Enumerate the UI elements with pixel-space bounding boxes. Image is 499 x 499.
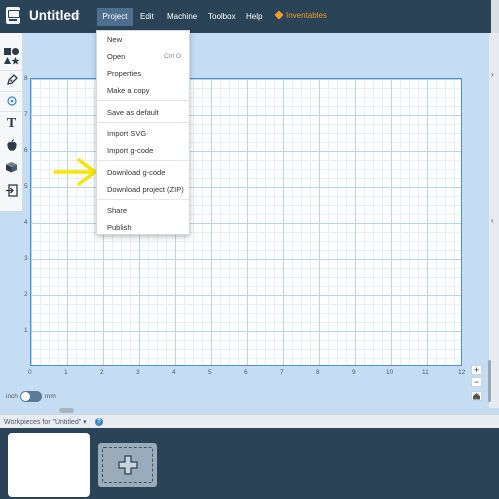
menu-machine[interactable]: Machine (167, 12, 197, 21)
menu-help[interactable]: Help (246, 12, 262, 21)
divider (0, 111, 23, 112)
x-tick: 11 (422, 369, 429, 376)
menu-divider (97, 100, 189, 101)
app-logo-icon[interactable] (6, 7, 20, 24)
menu-item-make-copy[interactable]: Make a copy (107, 86, 150, 95)
x-tick: 3 (136, 369, 140, 376)
top-bar: Untitled ☆ Project Edit Machine Toolbox … (0, 0, 491, 33)
zoom-in-button[interactable]: + (471, 365, 482, 375)
workpieces-panel (0, 428, 499, 499)
text-tool[interactable]: T (0, 115, 23, 133)
unit-inch-label: inch (6, 393, 18, 400)
menu-item-download-gcode[interactable]: Download g-code (107, 168, 165, 177)
menu-item-download-project[interactable]: Download project (ZIP) (107, 185, 184, 194)
menu-item-properties[interactable]: Properties (107, 69, 141, 78)
menu-item-import-gcode[interactable]: Import g-code (107, 146, 153, 155)
x-tick: 8 (316, 369, 320, 376)
x-tick: 10 (386, 369, 394, 376)
home-icon (473, 393, 480, 400)
x-tick: 7 (280, 369, 284, 376)
horizontal-scroll-thumb[interactable] (59, 408, 74, 413)
menu-item-share[interactable]: Share (107, 206, 127, 215)
unit-mm-label: mm (45, 393, 56, 400)
design-grid[interactable] (30, 78, 462, 366)
point-tool[interactable] (0, 93, 23, 109)
y-tick: 4 (24, 219, 28, 226)
menu-item-save-default[interactable]: Save as default (107, 108, 159, 117)
y-tick: 3 (24, 255, 28, 262)
project-menu-dropdown: New Open Ctrl O Properties Make a copy S… (96, 30, 190, 235)
window-edge (491, 0, 499, 33)
apple-icon (6, 138, 17, 151)
menu-project[interactable]: Project (97, 8, 133, 26)
x-tick: 5 (208, 369, 212, 376)
plus-icon (117, 455, 138, 475)
y-tick: 2 (24, 291, 28, 298)
workpiece-thumbnail[interactable] (8, 433, 90, 497)
x-tick: 6 (244, 369, 248, 376)
import-tool[interactable] (0, 180, 23, 200)
zoom-out-button[interactable]: − (471, 377, 482, 387)
menu-item-new[interactable]: New (107, 35, 122, 44)
highlight-arrow-icon (53, 158, 97, 186)
icon-library-tool[interactable] (0, 136, 23, 154)
crosshair-icon (6, 96, 17, 106)
y-tick: 5 (24, 183, 28, 190)
menu-item-publish[interactable]: Publish (107, 223, 132, 232)
workpieces-title-text: Workpieces for "Untitled" (4, 419, 82, 426)
menu-item-open[interactable]: Open (107, 52, 125, 61)
menu-toolbox[interactable]: Toolbox (208, 12, 236, 21)
left-toolbar: T (0, 33, 23, 211)
menu-divider (97, 199, 189, 200)
open-shortcut: Ctrl O (164, 53, 181, 60)
inventables-link[interactable]: Inventables (274, 10, 327, 20)
inventables-label: Inventables (286, 11, 327, 20)
chevron-left-icon[interactable]: ‹ (491, 216, 494, 225)
3d-tool[interactable] (0, 158, 23, 176)
vertical-scroll-thumb[interactable] (488, 360, 491, 402)
y-tick: 8 (24, 75, 28, 82)
shapes-tool[interactable] (0, 44, 23, 68)
home-view-button[interactable] (471, 391, 482, 401)
import-icon (6, 183, 18, 197)
unit-toggle[interactable] (20, 391, 42, 402)
y-tick: 1 (24, 327, 28, 334)
y-tick: 6 (24, 147, 28, 154)
y-tick: 7 (24, 111, 28, 118)
add-workpiece-dropzone (102, 447, 153, 483)
menu-divider (97, 122, 189, 123)
add-workpiece-button[interactable] (98, 443, 157, 487)
pen-tool[interactable] (0, 71, 23, 89)
shapes-icon (4, 48, 20, 65)
text-icon: T (6, 116, 17, 131)
x-tick: 0 (28, 369, 32, 376)
inventables-icon (274, 10, 284, 20)
x-tick: 9 (352, 369, 356, 376)
help-icon[interactable]: ? (95, 418, 103, 426)
box-icon (6, 162, 17, 173)
x-tick: 12 (458, 369, 466, 376)
x-tick: 1 (64, 369, 68, 376)
workpieces-header: Workpieces for "Untitled" ▾ ? (0, 414, 499, 428)
x-tick: 2 (100, 369, 104, 376)
pen-icon (6, 74, 18, 85)
workpieces-title[interactable]: Workpieces for "Untitled" ▾ (4, 418, 87, 426)
star-icon[interactable]: ☆ (72, 10, 81, 21)
x-tick: 4 (172, 369, 176, 376)
menu-item-import-svg[interactable]: Import SVG (107, 129, 146, 138)
divider (0, 91, 23, 92)
menu-edit[interactable]: Edit (140, 12, 154, 21)
menu-divider (97, 160, 189, 161)
chevron-right-icon[interactable]: › (491, 70, 494, 79)
